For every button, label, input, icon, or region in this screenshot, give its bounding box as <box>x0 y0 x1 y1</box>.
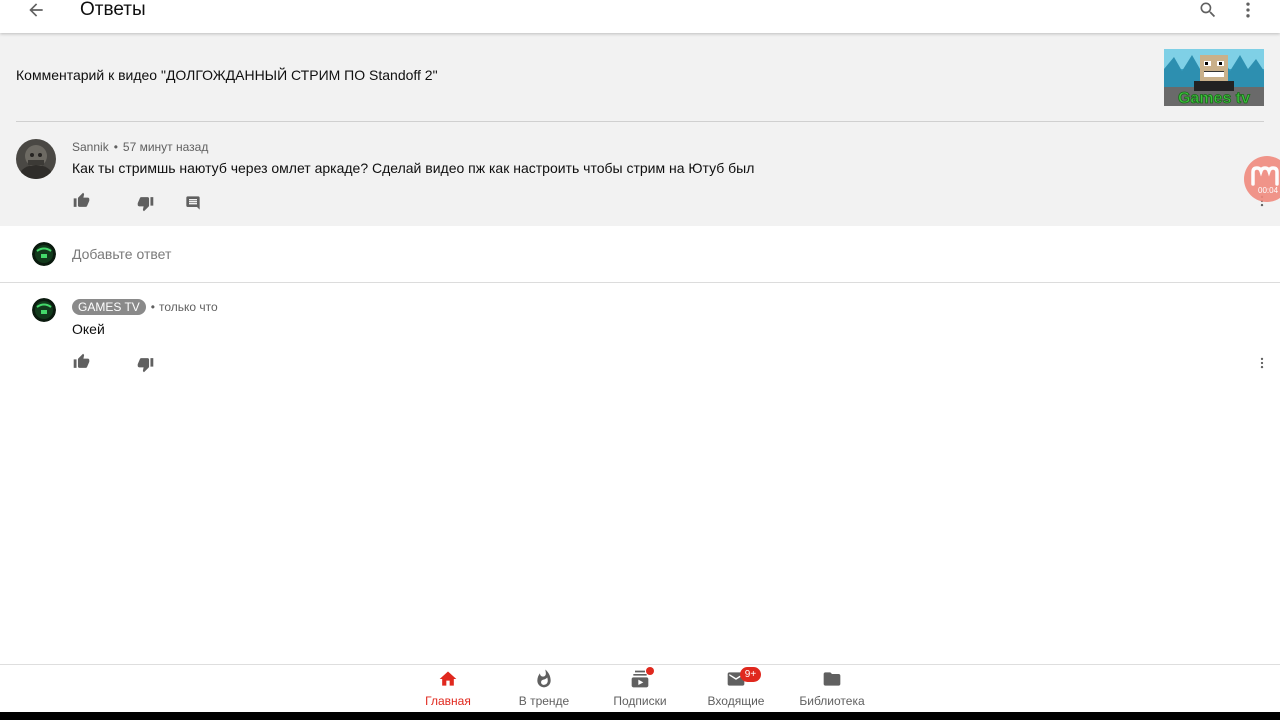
avatar-image <box>32 242 56 266</box>
reply-input[interactable] <box>72 243 772 265</box>
reply-meta: GAMES TV • только что <box>72 299 218 315</box>
comment-icon <box>186 196 200 210</box>
bottom-navigation: Главная В тренде Подписки 9+ Входящие Би… <box>0 665 1280 712</box>
recorder-time: 00:04 <box>1258 186 1279 195</box>
avatar <box>32 242 56 266</box>
notification-badge: 9+ <box>740 667 761 682</box>
comment-text: Как ты стримшь наютуб через омлет аркаде… <box>72 160 755 176</box>
meta-separator: • <box>113 140 118 154</box>
comment-author[interactable]: Sannik <box>72 140 109 154</box>
back-button[interactable] <box>24 0 48 22</box>
thumbnail-image: Games tv <box>1164 49 1264 106</box>
thumb-up-icon <box>73 192 89 207</box>
avatar[interactable] <box>16 139 56 179</box>
nav-label: В тренде <box>518 694 570 708</box>
like-button[interactable] <box>72 191 90 209</box>
more-vert-icon <box>1246 2 1250 18</box>
nav-label: Библиотека <box>799 694 865 708</box>
video-header: Комментарий к видео "ДОЛГОЖДАННЫЙ СТРИМ … <box>0 33 1280 122</box>
nav-trending[interactable]: В тренде <box>496 665 592 712</box>
search-button[interactable] <box>1196 0 1220 22</box>
nav-label: Входящие <box>707 694 765 708</box>
thumb-up-icon <box>73 353 89 368</box>
new-content-dot <box>646 667 654 675</box>
reply-text: Окей <box>72 321 105 337</box>
arrow-back-icon <box>29 3 43 17</box>
like-button[interactable] <box>72 352 90 370</box>
reply-author-badge[interactable]: GAMES TV <box>72 299 146 315</box>
page-title: Ответы <box>80 0 146 20</box>
nav-label: Подписки <box>613 694 667 708</box>
video-thumbnail[interactable]: Games tv <box>1164 49 1264 106</box>
meta-separator: • <box>150 300 155 314</box>
add-reply-row <box>0 226 1280 282</box>
search-icon <box>1200 2 1216 18</box>
divider <box>0 282 1280 283</box>
reply-more-button[interactable] <box>1253 354 1271 372</box>
video-header-text: Комментарий к видео "ДОЛГОЖДАННЫЙ СТРИМ … <box>16 67 438 83</box>
system-bar <box>0 712 1280 720</box>
fire-icon <box>537 669 551 688</box>
avatar[interactable] <box>32 298 56 322</box>
nav-library[interactable]: Библиотека <box>784 665 880 712</box>
nav-label: Главная <box>425 694 471 708</box>
comment-time: 57 минут назад <box>122 140 209 154</box>
more-options-button[interactable] <box>1236 0 1260 22</box>
home-icon <box>439 671 457 686</box>
avatar-image <box>16 139 56 179</box>
nav-home[interactable]: Главная <box>400 665 496 712</box>
more-vert-icon <box>1260 357 1264 369</box>
nav-subscriptions[interactable]: Подписки <box>592 665 688 712</box>
dislike-button[interactable] <box>136 355 154 373</box>
reply-time: только что <box>159 300 218 314</box>
reply-button[interactable] <box>184 194 202 212</box>
comment-meta: Sannik • 57 минут назад <box>72 140 208 154</box>
thumb-down-icon <box>137 196 153 211</box>
app-bar: Ответы <box>0 0 1280 33</box>
avatar-image <box>32 298 56 322</box>
dislike-button[interactable] <box>136 194 154 212</box>
thumb-down-icon <box>137 357 153 372</box>
folder-icon <box>823 672 841 686</box>
parent-comment: Sannik • 57 минут назад Как ты стримшь н… <box>0 122 1280 226</box>
thumbnail-text: Games tv <box>1178 90 1250 106</box>
nav-inbox[interactable]: 9+ Входящие <box>688 665 784 712</box>
